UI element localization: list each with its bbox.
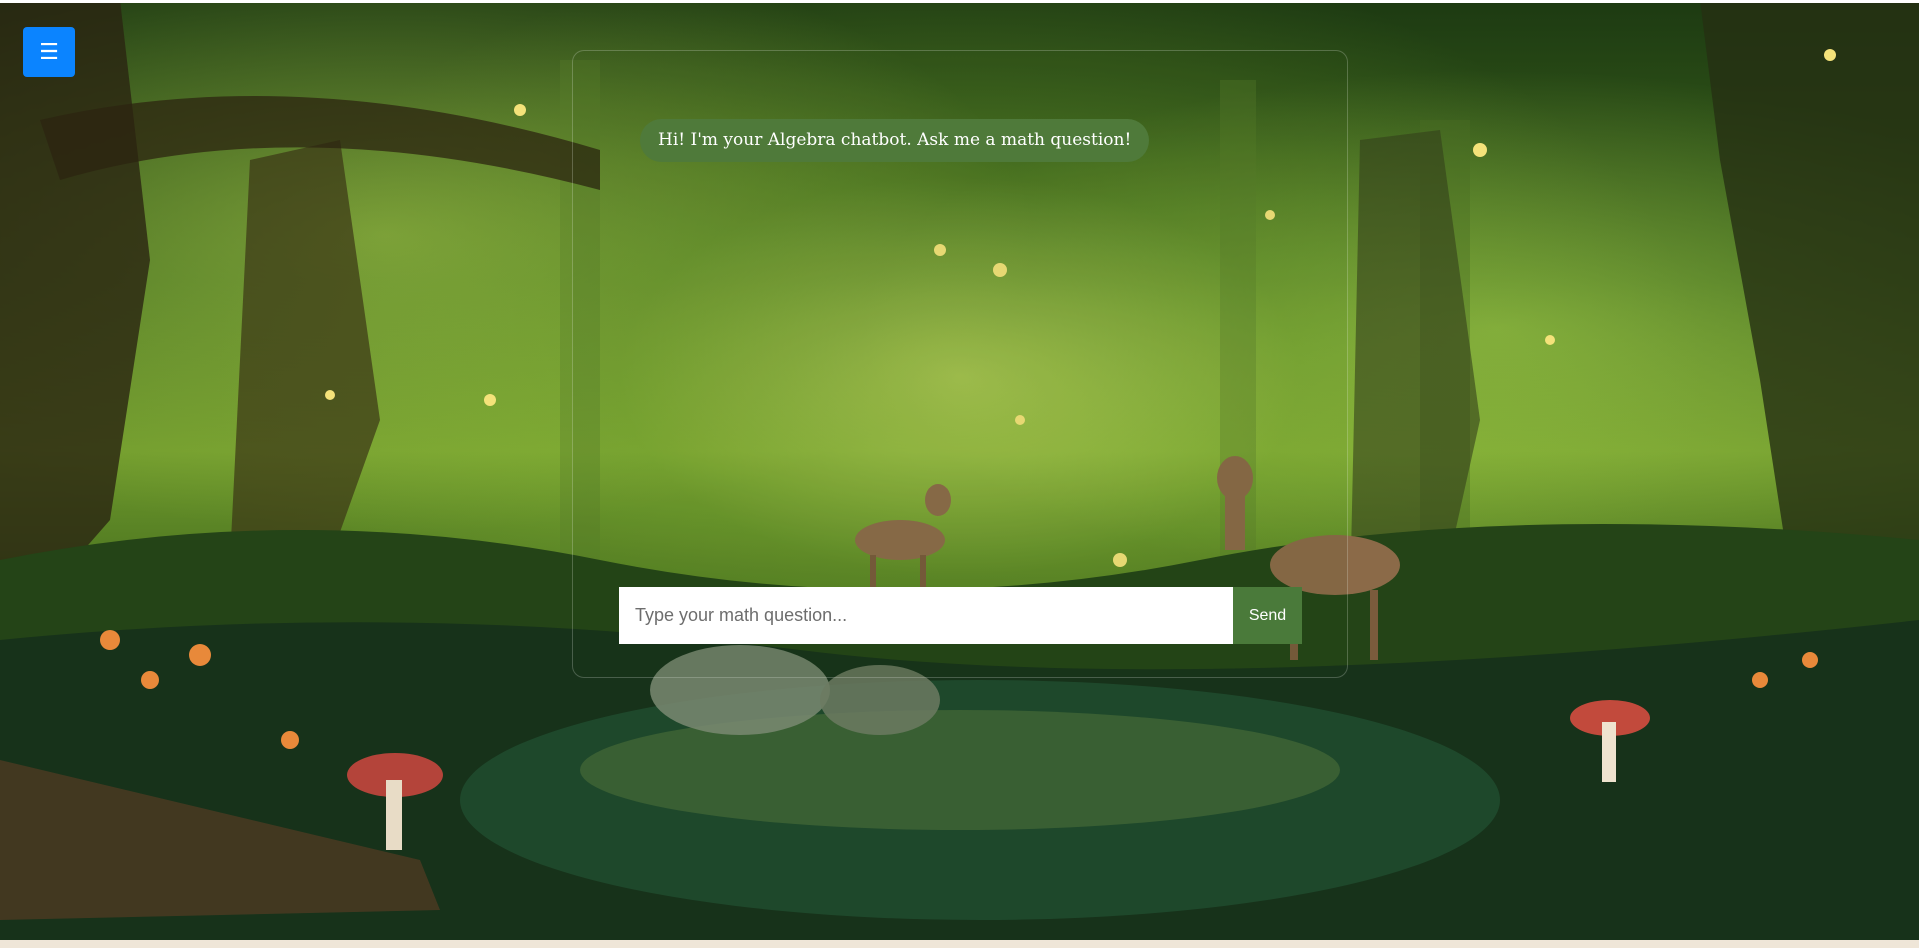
chatbot-page: ☰ Hi! I'm your Algebra chatbot. Ask me a… bbox=[0, 0, 1919, 948]
bot-message-bubble: Hi! I'm your Algebra chatbot. Ask me a m… bbox=[640, 119, 1150, 162]
bottom-border bbox=[0, 940, 1919, 948]
math-question-input[interactable] bbox=[619, 587, 1233, 644]
menu-button[interactable]: ☰ bbox=[23, 27, 75, 77]
send-button[interactable]: Send bbox=[1233, 587, 1302, 644]
top-border bbox=[0, 0, 1919, 3]
message-input-row: Send bbox=[619, 587, 1302, 644]
hamburger-icon: ☰ bbox=[39, 40, 59, 65]
